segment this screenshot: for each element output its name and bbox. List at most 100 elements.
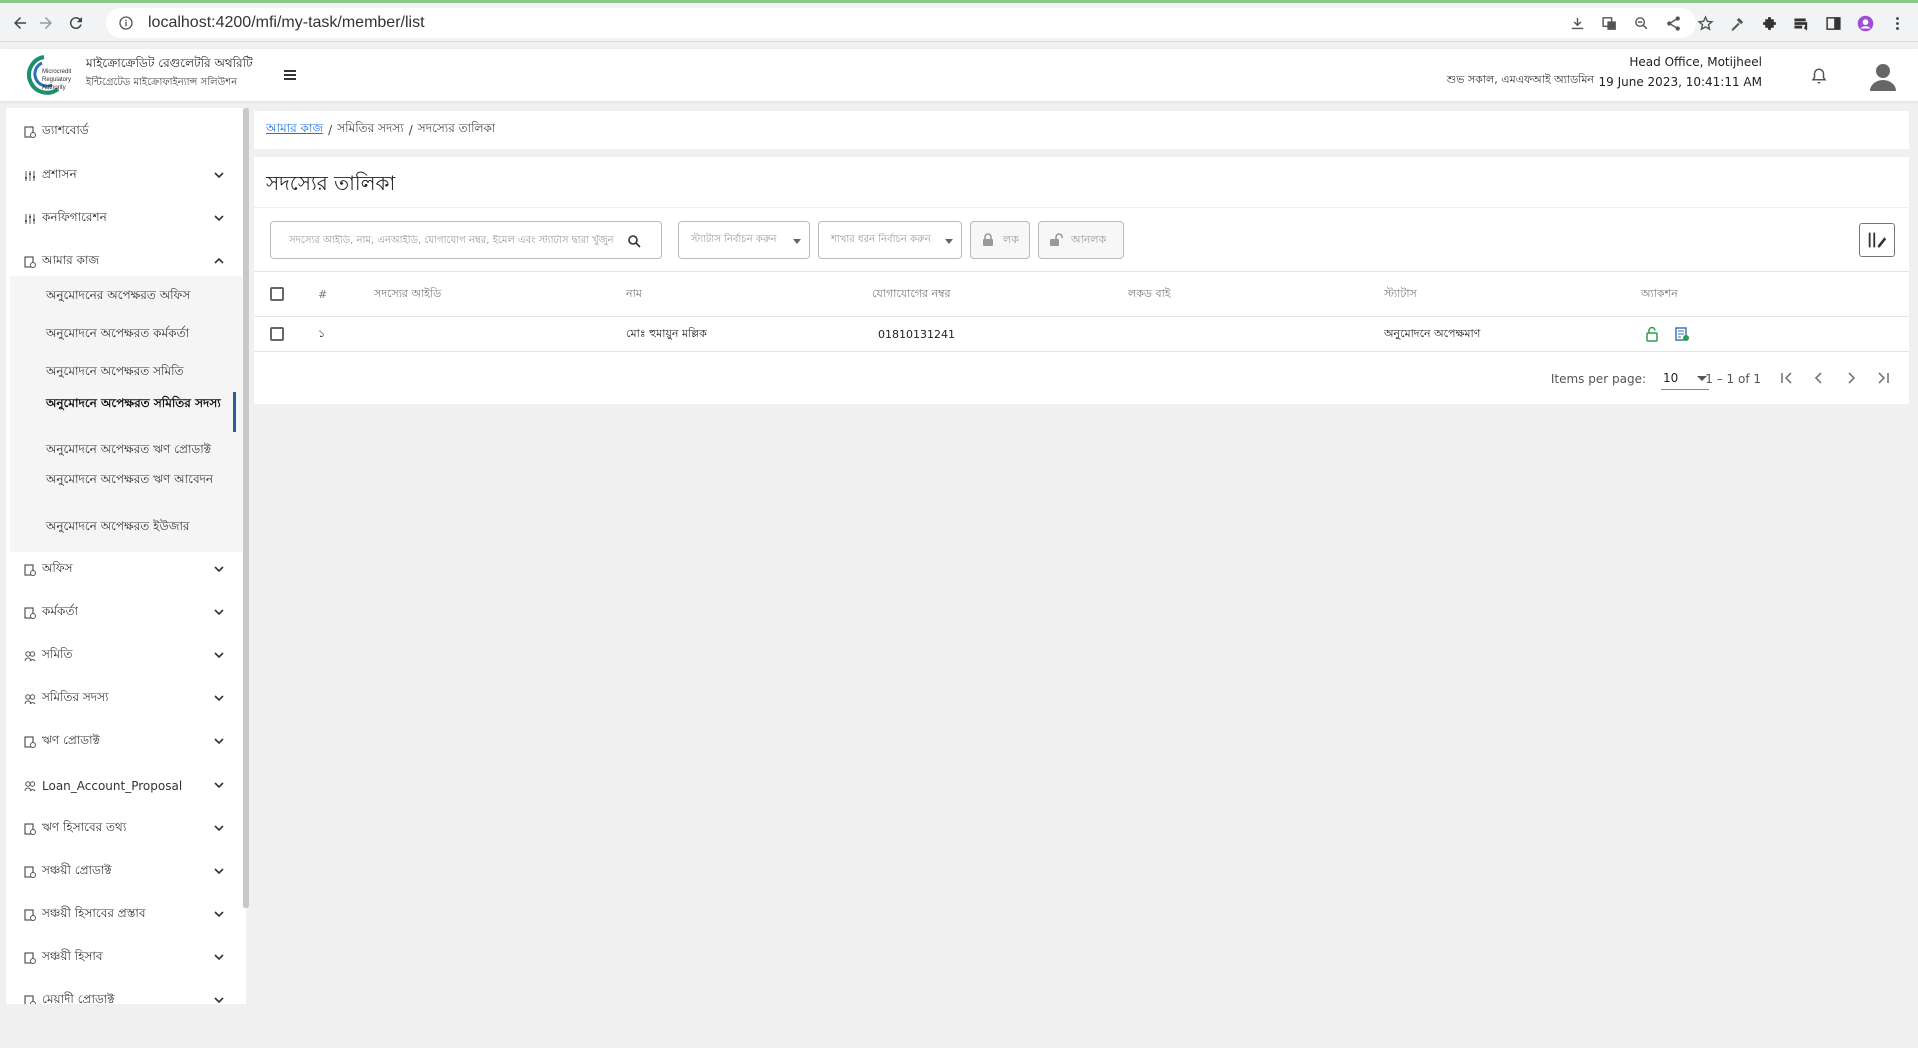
first-page-icon[interactable] [1777, 368, 1797, 388]
sidebar-item-label: ঋণ প্রোডাক্ট [42, 733, 100, 747]
row-status: অনুমোদনে অপেক্ষমাণ [1384, 326, 1481, 340]
members-icon [24, 694, 36, 705]
column-toggle-button[interactable] [1859, 223, 1895, 257]
table-row[interactable]: ১ মোঃ হুমায়ুন মল্লিক 01810131241 অনুমোদ… [254, 317, 1909, 352]
breadcrumb-link-my-task[interactable]: আমার কাজ [266, 120, 323, 140]
previous-page-icon[interactable] [1809, 368, 1829, 388]
sidebar-item-loan-account-proposal[interactable]: Loan_Account_Proposal [6, 766, 246, 806]
submenu-pending-society[interactable]: অনুমোদনে অপেক্ষরত সমিতি [46, 364, 226, 379]
sidebar-item-loan-account-info[interactable]: ঋণ হিসাবের তথ্য [6, 809, 246, 849]
row-select-cell [270, 317, 284, 351]
submenu-pending-officer[interactable]: অনুমোদনে অপেক্ষরত কর্মকর্তা [46, 326, 226, 341]
sidebar: ড্যাশবোর্ড প্রশাসন কনফিগারেশন আমার কাজ অ… [6, 108, 246, 1004]
menu-dots-icon[interactable] [1886, 12, 1908, 34]
sidebar-item-savings-proposal[interactable]: সঞ্চয়ী হিসাবের প্রস্তাব [6, 895, 246, 935]
sidebar-item-loan-product[interactable]: ঋণ প্রোডাক্ট [6, 722, 246, 762]
row-index: ১ [318, 326, 326, 340]
sidebar-item-label: সঞ্চয়ী হিসাবের প্রস্তাব [42, 906, 146, 920]
column-header-phone[interactable]: যোগাযোগের নম্বর [872, 272, 951, 316]
zoom-icon[interactable] [1630, 12, 1652, 34]
column-header-locked-by[interactable]: লকড বাই [1128, 272, 1171, 316]
submenu-pending-office[interactable]: অনুমোদনের অপেক্ষরত অফিস [46, 288, 226, 303]
reload-icon[interactable] [64, 11, 88, 35]
chevron-down-icon [214, 215, 224, 222]
row-checkbox[interactable] [270, 327, 284, 341]
sidebar-item-officer[interactable]: কর্মকর্তা [6, 593, 246, 633]
eyedropper-icon[interactable] [1726, 12, 1748, 34]
last-page-icon[interactable] [1873, 368, 1893, 388]
chevron-down-icon [214, 695, 224, 702]
sidebar-item-dashboard[interactable]: ড্যাশবোর্ড [6, 112, 246, 152]
extensions-icon[interactable] [1758, 12, 1780, 34]
officer-icon [24, 607, 36, 619]
side-panel-icon[interactable] [1822, 12, 1844, 34]
sidebar-item-label: সঞ্চয়ী প্রোডাক্ট [42, 863, 112, 877]
sidebar-item-term-product[interactable]: মেয়াদী প্রোডাক্ট [6, 981, 246, 1004]
row-name: মোঃ হুমায়ুন মল্লিক [626, 326, 707, 340]
column-header-action: অ্যাকশন [1641, 286, 1678, 300]
search-input[interactable] [289, 234, 629, 246]
sidebar-item-savings-product[interactable]: সঞ্চয়ী প্রোডাক্ট [6, 852, 246, 892]
breadcrumb-current: সদস্যের তালিকা [417, 121, 496, 135]
forward-icon[interactable] [34, 11, 58, 35]
view-details-icon[interactable] [1674, 326, 1690, 342]
user-avatar-icon[interactable] [1868, 61, 1898, 91]
search-icon[interactable] [627, 234, 641, 248]
status-select-placeholder: স্ট্যাটাস নির্বাচন করুন [691, 233, 777, 245]
savings-icon [24, 866, 36, 878]
submenu-pending-loan-product[interactable]: অনুমোদনে অপেক্ষরত ঋণ প্রোডাক্ট [46, 442, 226, 457]
sidebar-item-office[interactable]: অফিস [6, 550, 246, 590]
chevron-down-icon [214, 782, 224, 789]
product-icon [24, 736, 36, 748]
unlock-button[interactable]: আনলক [1038, 221, 1124, 259]
hamburger-menu-icon[interactable] [282, 67, 298, 83]
notification-bell-icon[interactable] [1810, 67, 1828, 85]
office-name: Head Office, Motijheel [1629, 55, 1762, 69]
profile-icon[interactable] [1854, 12, 1876, 34]
chevron-down-icon [214, 738, 224, 745]
info-icon[interactable] [118, 15, 134, 31]
proposal-icon [24, 781, 36, 792]
dashboard-icon [24, 126, 36, 138]
lock-button[interactable]: লক [970, 221, 1030, 259]
select-all-checkbox[interactable] [270, 287, 284, 301]
sidebar-item-configuration[interactable]: কনফিগারেশন [6, 199, 246, 239]
sidebar-item-label: কনফিগারেশন [42, 210, 107, 224]
member-list-card: সদস্যের তালিকা স্ট্যাটাস নির্বাচন করুন শ… [254, 157, 1909, 404]
submenu-pending-user[interactable]: অনুমোদনে অপেক্ষরত ইউজার [46, 519, 226, 534]
lock-icon [983, 233, 993, 246]
translate-icon[interactable] [1598, 12, 1620, 34]
search-field[interactable] [270, 221, 662, 259]
share-icon[interactable] [1662, 12, 1684, 34]
sidebar-item-administration[interactable]: প্রশাসন [6, 156, 246, 196]
next-page-icon[interactable] [1841, 368, 1861, 388]
submenu-pending-loan-application[interactable]: অনুমোদনে অপেক্ষরত ঋণ আবেদন [46, 472, 226, 487]
breadcrumb-separator: / [408, 123, 413, 137]
column-header-index: # [318, 287, 328, 301]
install-icon[interactable] [1566, 12, 1588, 34]
address-bar[interactable]: localhost:4200/mfi/my-task/member/list [106, 8, 1696, 38]
branch-type-select[interactable]: শাখার ধরন নির্বাচন করুন [818, 221, 962, 259]
column-header-name[interactable]: নাম [626, 272, 642, 316]
submenu-pending-society-member[interactable]: অনুমোদনে অপেক্ষরত সমিতির সদস্য [46, 396, 226, 411]
sliders-icon [25, 171, 35, 181]
sidebar-item-savings-account[interactable]: সঞ্চয়ী হিসাব [6, 938, 246, 978]
chevron-up-icon [214, 257, 224, 264]
page-size-select[interactable]: 10 [1661, 366, 1709, 390]
back-icon[interactable] [8, 11, 32, 35]
unlock-icon[interactable] [1644, 326, 1660, 342]
reading-list-icon[interactable] [1790, 12, 1812, 34]
column-header-status[interactable]: স্ট্যাটাস [1384, 272, 1417, 316]
page-title: সদস্যের তালিকা [266, 171, 396, 195]
status-select[interactable]: স্ট্যাটাস নির্বাচন করুন [678, 221, 810, 259]
sidebar-item-label: ঋণ হিসাবের তথ্য [42, 820, 127, 834]
savings-proposal-icon [24, 909, 36, 921]
sidebar-item-society[interactable]: সমিতি [6, 636, 246, 676]
items-per-page-label: Items per page: [1550, 372, 1646, 386]
sidebar-scrollbar-thumb[interactable] [243, 108, 249, 908]
caret-down-icon [945, 239, 953, 244]
bookmark-star-icon[interactable] [1694, 12, 1716, 34]
column-header-member-id[interactable]: সদস্যের আইডি [374, 272, 441, 316]
sidebar-item-society-member[interactable]: সমিতির সদস্য [6, 679, 246, 719]
select-all-cell [270, 272, 284, 316]
